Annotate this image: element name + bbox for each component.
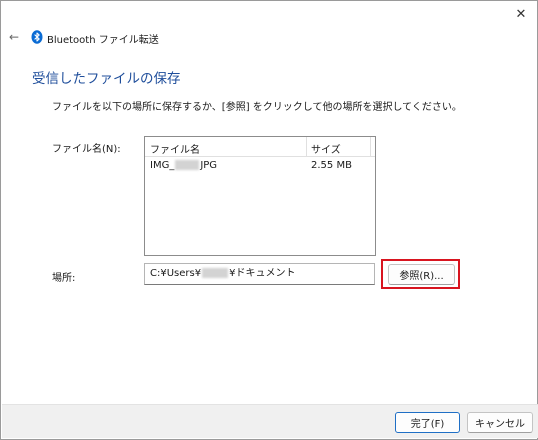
instruction-text: ファイルを以下の場所に保存するか、[参照] をクリックして他の場所を選択してくだ…	[52, 102, 462, 113]
browse-button[interactable]: 参照(R)...	[388, 264, 455, 285]
column-divider[interactable]	[306, 137, 307, 157]
file-name-suffix: JPG	[200, 160, 218, 171]
list-item[interactable]: IMG_ JPG 2.55 MB	[145, 157, 375, 175]
title-bar: ✕	[1, 1, 537, 27]
cancel-button[interactable]: キャンセル	[467, 412, 533, 433]
back-button[interactable]: ←	[7, 29, 21, 45]
list-header: ファイル名 サイズ	[145, 137, 375, 157]
redacted-text	[202, 268, 229, 278]
file-list[interactable]: ファイル名 サイズ IMG_ JPG 2.55 MB	[144, 136, 376, 256]
location-field[interactable]: C:¥Users¥ ¥ドキュメント	[144, 263, 375, 285]
bluetooth-file-transfer-window: ✕ ← Bluetooth ファイル転送 受信したファイルの保存 ファイルを以下…	[0, 0, 538, 440]
close-button[interactable]: ✕	[505, 1, 537, 27]
window-title: Bluetooth ファイル転送	[47, 35, 159, 46]
file-name-label: ファイル名(N):	[52, 144, 121, 155]
page-heading: 受信したファイルの保存	[32, 71, 181, 87]
footer-bar: 完了(F) キャンセル	[2, 404, 538, 438]
column-divider[interactable]	[370, 137, 371, 157]
location-suffix: ¥ドキュメント	[229, 268, 296, 279]
bluetooth-icon	[31, 30, 43, 44]
file-size-cell: 2.55 MB	[311, 160, 352, 171]
location-label: 場所:	[52, 273, 76, 284]
file-name-cell: IMG_ JPG	[150, 160, 217, 171]
file-name-prefix: IMG_	[150, 160, 175, 171]
finish-button[interactable]: 完了(F)	[395, 412, 460, 433]
location-prefix: C:¥Users¥	[150, 268, 202, 279]
close-icon: ✕	[515, 6, 527, 22]
column-header-name[interactable]: ファイル名	[150, 141, 200, 156]
back-arrow-icon: ←	[8, 30, 20, 44]
redacted-text	[175, 160, 200, 170]
column-header-size[interactable]: サイズ	[311, 141, 341, 156]
navigation-bar: ← Bluetooth ファイル転送	[1, 29, 537, 47]
